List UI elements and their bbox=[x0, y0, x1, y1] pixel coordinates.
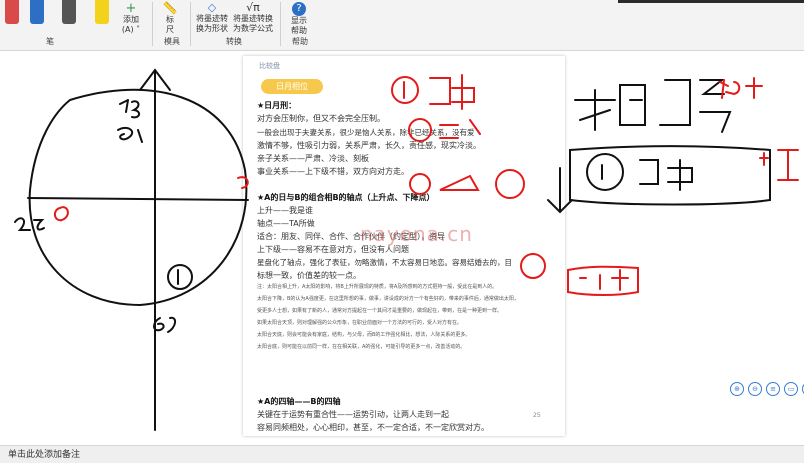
ink-heading-text bbox=[574, 79, 691, 131]
ink-horizontal-axis bbox=[27, 197, 249, 201]
ink-red-circle bbox=[409, 173, 431, 195]
ink-red-circle bbox=[495, 169, 525, 199]
ink-red-triangle bbox=[439, 174, 480, 191]
notes-placeholder: 单击此处添加备注 bbox=[8, 450, 81, 460]
ink-circle-mark bbox=[167, 264, 193, 290]
tool-icon[interactable]: ≡ bbox=[766, 382, 780, 396]
ink-circle-mark bbox=[586, 153, 624, 191]
ink-red-text bbox=[439, 119, 481, 139]
ink-red-mark bbox=[54, 206, 69, 222]
ink-red-circle bbox=[520, 253, 546, 279]
notes-pane[interactable]: 单击此处添加备注 bbox=[0, 445, 804, 463]
ink-number-21 bbox=[14, 217, 45, 231]
tool-icon[interactable]: ⊕ bbox=[730, 382, 744, 396]
ink-heading-text bbox=[699, 79, 732, 133]
ink-number-18 bbox=[119, 99, 140, 119]
tool-icon[interactable]: ⊖ bbox=[748, 382, 762, 396]
floating-toolbar: ⊕ ⊖ ≡ ▭ □ bbox=[730, 382, 804, 396]
ink-arrow-down bbox=[547, 167, 573, 214]
ink-annotations-layer bbox=[14, 68, 799, 431]
ink-red-text bbox=[567, 265, 639, 296]
ink-glyph bbox=[117, 126, 143, 143]
ink-red-text bbox=[719, 77, 763, 99]
tool-icon[interactable]: ▭ bbox=[784, 382, 798, 396]
ink-red-circle bbox=[408, 118, 432, 142]
ink-number-69 bbox=[153, 316, 176, 333]
ink-red-text bbox=[759, 149, 799, 181]
